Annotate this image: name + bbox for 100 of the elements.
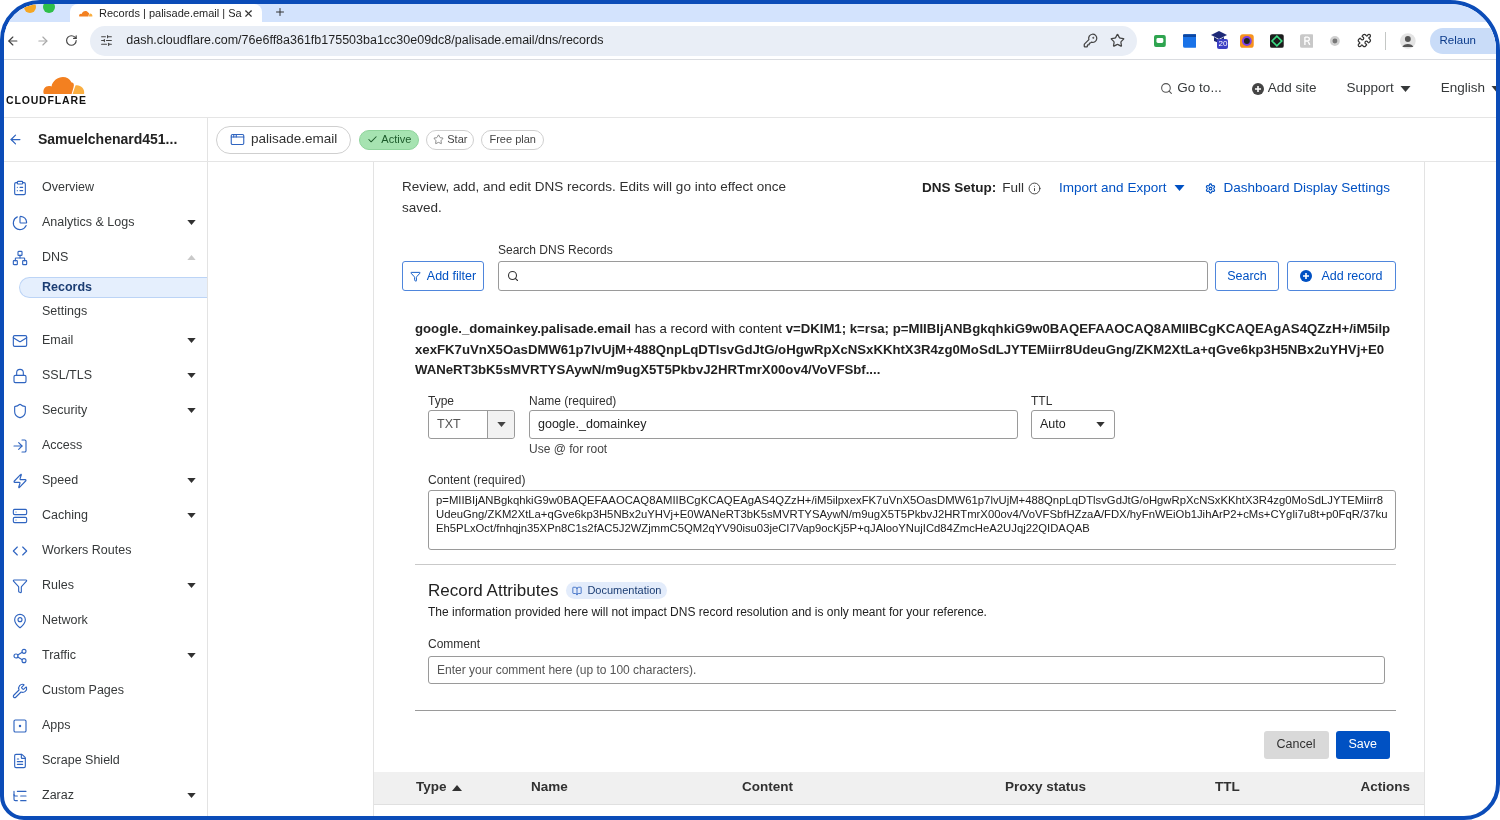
close-icon[interactable] [243,7,254,19]
caret-down-icon [1399,85,1411,92]
tune-icon[interactable] [100,34,114,47]
reload-icon[interactable] [65,34,79,47]
add-site-button[interactable]: Add site [1251,78,1317,99]
sidebar-item[interactable]: Traffic [4,642,207,669]
ttl-select[interactable]: Auto [1031,409,1115,439]
lightning-icon [12,472,28,489]
intro-text: Review, add, and edit DNS records. Edits will go into effect once saved. [402,178,787,217]
record-summary: google._domainkey.palisade.email has a record with content v=DKIM1; k=rsa; p=MIIBIjANBgkqhkiG9w0BAQEFAAOCAQ8AMIIBCgKCAQEAgAS4QZzH+/iM5ilpxexFK7uVnX5OasDMW61p7lvUjM+488QnpLqDTlsvGdJtG/oHgwRpXcNSxKKhtX3R4zg0MoSdLJYTEMiirr8UdeuGng/ZKM2XtLa+qGve6kp3H5NBx2uYHVj+E0WANeRT3bK5sMVRTYSAywN/m9ugX5T5PkbvJ2HRTmrX00ov4/VoVFSbf.... [415,320,1392,379]
documentation-link[interactable]: Documentation [566,582,668,599]
dropdown-menu-button[interactable]: English [1440,78,1496,99]
key-icon[interactable] [1082,33,1098,48]
info-icon[interactable] [1028,181,1042,195]
add-filter-button[interactable]: Add filter [402,261,484,291]
search-button[interactable]: Go to... [1160,78,1222,99]
filter-icon [409,270,421,282]
type-select[interactable]: TXT [428,409,515,439]
field-hint: Use @ for root [529,441,609,457]
section-title: Record Attributes [428,579,559,602]
sidebar-item[interactable]: Access [4,432,207,459]
field-label: TTL [1031,392,1054,409]
crosshair-icon[interactable] [1269,33,1284,48]
shield-icon [12,402,28,419]
account-name[interactable]: Samuelchenard451... [38,129,178,150]
address-bar[interactable]: dash.cloudflare.com/76e6ff8a361fb175503ba1cc30e09dc8/palisade.email/dns/records [90,25,1137,56]
login-icon [12,437,28,454]
pie-chart-icon [12,214,28,231]
sidebar-item[interactable]: Network [4,607,207,634]
display-settings-link[interactable]: Dashboard Display Settings [1205,178,1390,199]
window-controls-icon[interactable] [22,4,58,14]
field-label: Name (required) [529,392,618,409]
search-button[interactable]: Search [1215,261,1279,291]
star-icon[interactable] [1109,33,1125,48]
sidebar-item[interactable]: Apps [4,712,207,739]
star-icon [433,134,445,145]
sidebar-subitem[interactable]: Settings [19,300,207,322]
search-label: Search DNS Records [498,242,614,258]
plus-circle-icon [1251,82,1264,95]
puzzle-icon[interactable] [1357,33,1372,48]
column-header[interactable]: Type [416,777,531,798]
browser-window-icon [230,132,245,147]
sidebar-item[interactable]: Speed [4,467,207,494]
cloud-logo-icon [78,9,93,17]
envelope-icon [12,332,28,349]
dns-setup-label: DNS Setup: [922,179,997,197]
dot-icon[interactable] [1329,34,1342,47]
save-button[interactable]: Save [1335,730,1390,759]
ring-icon[interactable] [1240,33,1254,48]
browser-tab[interactable]: Records | palisade.email | Sa [70,4,262,22]
comment-field[interactable]: Enter your comment here (up to 100 characters). [428,655,1385,684]
caret-down-icon [1174,185,1186,192]
window-icon[interactable] [1182,33,1197,48]
sidebar-item[interactable]: Rules [4,572,207,599]
relaunch-button[interactable]: Relaun [1429,27,1496,54]
sidebar-item[interactable]: Security [4,397,207,424]
cancel-button[interactable]: Cancel [1263,730,1329,759]
add-record-button[interactable]: Add record [1287,261,1396,291]
dns-setup-value: Full [1002,179,1025,197]
sidebar-item[interactable]: Zaraz [4,782,207,809]
lock-icon [12,367,28,384]
sidebar-item[interactable]: SSL/TLS [4,362,207,389]
dropdown-menu-button[interactable]: Support [1346,78,1411,99]
content-field[interactable]: p=MIIBIjANBgkqhkiG9w0BAQEFAAOCAQ8AMIIBCgKCAQEAgAS4QZzH+/iM5ilpxexFK7uVnX5OasDMW61p7lvUjM+488QnpLqDTlsvGdJtG/oHgwRpXcNSxKKhtX3R4zg0MoSdLJYTEMiirr8UdeuGng/ZKM2XtLa+qGve6kp3H5NBx2uYHVj+E0WANeRT3bK5sMVRTYSAywN/m9ugX5T5PkbvJ2HRTmrX00ov4/VoVFSbfHZzaA/FDX/hyFnWEiOb1JihArP2+cMs+CYgli7u8t+p0FqR/37kuEh5PLxOct/fnhqjn35XPn8C1s2fAC5J2WZjmmC5QM2qYV90isu03jeCI7Vap9ocKj5P+qJAlooYNujICd84ZmcHeA2UJqj22QIDAQAB [428,489,1396,550]
plus-circle-icon [1300,270,1313,282]
sidebar-item[interactable]: Scrape Shield [4,747,207,774]
name-field[interactable]: google._domainkey [529,409,1018,439]
column-header[interactable]: Actions [1360,777,1410,798]
column-header[interactable]: Proxy status [1005,777,1215,798]
back-icon[interactable] [6,33,20,48]
caret-down-icon [1096,421,1105,427]
column-header[interactable]: Content [742,777,1005,798]
share-icon [12,647,28,664]
settings-icon [1205,182,1217,194]
book-icon [572,585,583,596]
wrench-icon [12,682,28,699]
check-icon [367,134,379,145]
new-tab-icon[interactable] [274,6,286,18]
sidebar-item[interactable]: Custom Pages [4,677,207,704]
tile-icon[interactable] [1299,33,1314,48]
sidebar-item[interactable]: Caching [4,502,207,529]
chat-bubble-icon[interactable] [1153,34,1166,47]
sidebar-item[interactable]: DNS [4,244,207,271]
sidebar-item[interactable]: Overview [4,174,207,201]
sidebar-item[interactable]: Analytics & Logs [4,209,207,236]
search-field[interactable] [498,261,1208,291]
avatar-icon[interactable] [1399,32,1416,49]
sidebar-item[interactable]: Email [4,327,207,354]
import-export-button[interactable]: Import and Export [1059,178,1186,199]
column-header[interactable]: Name [531,777,742,798]
logo[interactable]: CLOUDFLARE [6,71,87,106]
sidebar-item[interactable]: Workers Routes [4,537,207,564]
field-label: Content (required) [428,471,527,488]
sitemap-icon [12,249,28,266]
sidebar-subitem[interactable]: Records [19,276,207,298]
caret-up-icon [451,784,462,791]
column-header[interactable]: TTL [1215,777,1361,798]
funnel-icon [12,577,28,594]
field-label: Type [428,392,455,409]
caret-down-icon [496,421,506,427]
